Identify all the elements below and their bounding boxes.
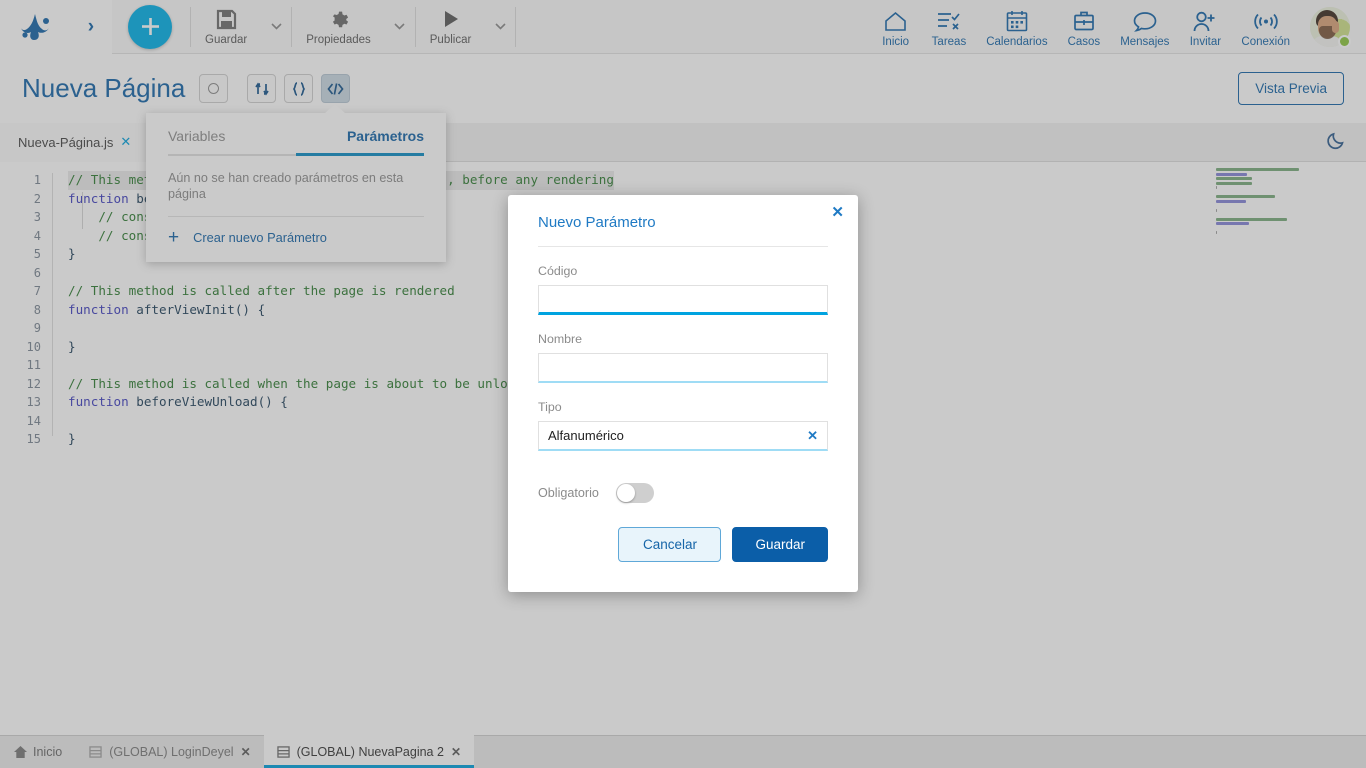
codigo-field-group: Código <box>538 264 828 315</box>
new-parameter-modal: ✕ Nuevo Parámetro Código Nombre Tipo Alf… <box>508 195 858 592</box>
cancel-button[interactable]: Cancelar <box>618 527 722 562</box>
obligatorio-toggle[interactable] <box>615 483 654 503</box>
obligatorio-field-group: Obligatorio <box>538 483 828 503</box>
tipo-label: Tipo <box>538 400 562 414</box>
tipo-selected-value: Alfanumérico <box>548 428 624 443</box>
codigo-label: Código <box>538 264 578 278</box>
nombre-field-group: Nombre <box>538 332 828 383</box>
modal-close-button[interactable]: ✕ <box>831 205 844 220</box>
tipo-clear-icon[interactable]: ✕ <box>807 428 818 444</box>
modal-title: Nuevo Parámetro <box>538 195 828 247</box>
codigo-input[interactable] <box>538 285 828 315</box>
nombre-input[interactable] <box>538 353 828 383</box>
tipo-select[interactable]: Alfanumérico ✕ <box>538 421 828 451</box>
save-parameter-button[interactable]: Guardar <box>732 527 828 562</box>
app-root: › Guardar Propiedades Publicar Inicio Ta… <box>0 0 1366 768</box>
toggle-knob <box>616 484 635 502</box>
obligatorio-label: Obligatorio <box>538 486 599 500</box>
tipo-field-group: Tipo Alfanumérico ✕ <box>538 400 828 451</box>
nombre-label: Nombre <box>538 332 583 346</box>
modal-actions: Cancelar Guardar <box>538 527 828 562</box>
